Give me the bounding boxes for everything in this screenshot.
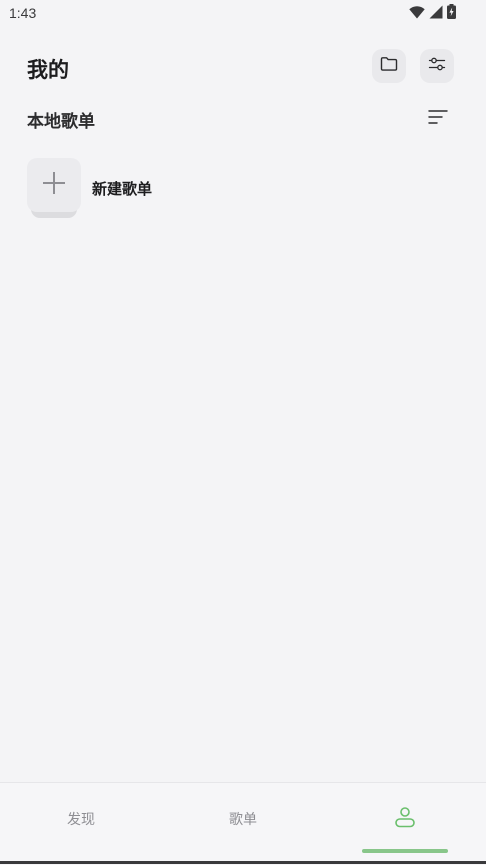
new-playlist-item[interactable]: 新建歌单 [27,158,457,218]
local-playlists-section-header: 本地歌单 [0,100,486,136]
tab-playlists[interactable]: 歌单 [162,783,324,855]
tab-discover[interactable]: 发现 [0,783,162,855]
bottom-nav: 发现 歌单 [0,782,486,865]
sliders-icon [428,56,446,76]
section-title: 本地歌单 [27,112,95,132]
user-icon [394,806,416,832]
battery-charging-icon [447,3,456,23]
active-tab-indicator [362,849,448,853]
page-title: 我的 [27,58,69,82]
cover-front-layer [27,158,81,212]
cellular-signal-icon [429,4,443,23]
header: 我的 [0,44,486,90]
new-playlist-label: 新建歌单 [92,180,153,198]
settings-filter-button[interactable] [420,49,454,83]
tab-playlists-label: 歌单 [229,812,257,828]
tab-discover-label: 发现 [67,812,95,828]
tab-profile[interactable] [324,783,486,855]
sort-button[interactable] [426,108,450,130]
wifi-icon [409,4,425,23]
status-bar: 1:43 [0,0,486,28]
sort-lines-icon [428,109,448,129]
plus-icon [41,170,67,200]
folder-icon [380,56,398,76]
status-time: 1:43 [9,5,37,21]
folder-button[interactable] [372,49,406,83]
new-playlist-cover [27,158,81,218]
status-icons [409,3,456,23]
